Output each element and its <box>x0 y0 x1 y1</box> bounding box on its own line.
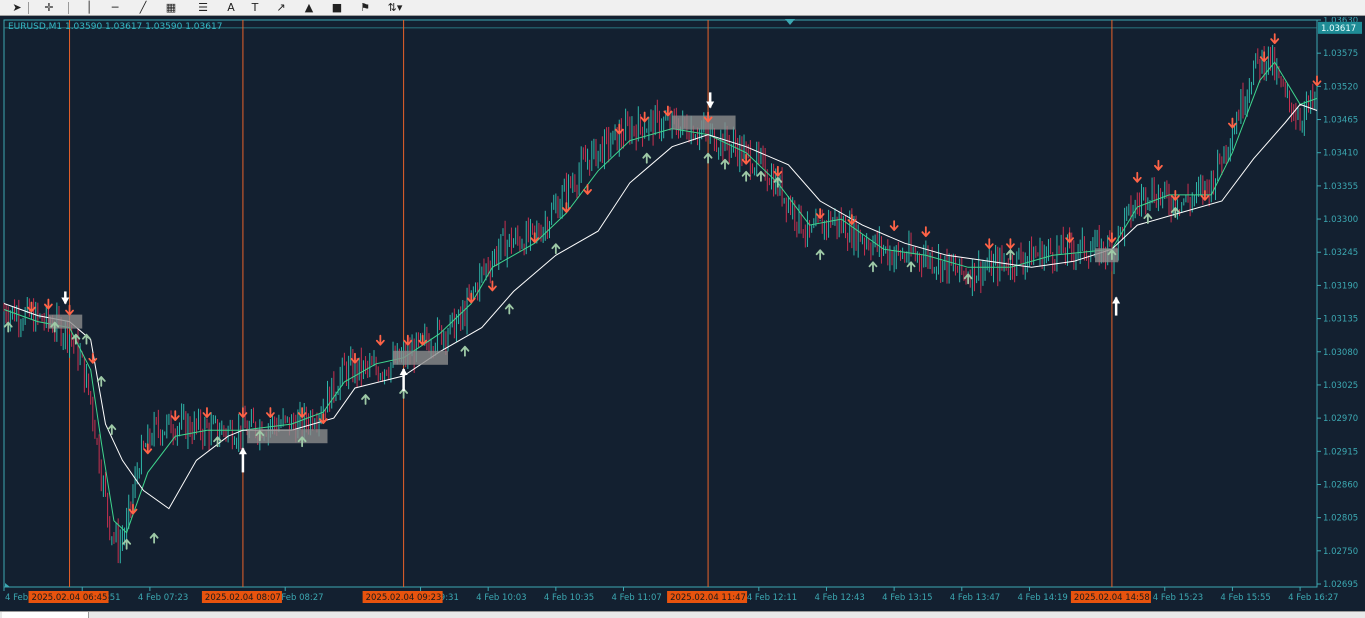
price-tick-label: 1.03465 <box>1323 116 1358 126</box>
status-bar <box>0 611 1365 618</box>
sell-arrow-icon <box>88 352 98 364</box>
fibonacci-channel-icon[interactable]: ▦ <box>160 0 182 15</box>
time-marker-label: 2025.02.04 11:47 <box>670 593 746 603</box>
triangle-icon[interactable]: ▲ <box>298 0 320 15</box>
chart-area[interactable]: 1.03630 1.03575 1.03520 1.03465 1.03410 1.033… <box>0 17 1365 611</box>
buy-arrow-icon <box>361 394 370 405</box>
price-tick-label: 1.03245 <box>1323 248 1358 258</box>
fibo-fan-icon[interactable]: ⚑ <box>354 0 376 15</box>
cursor-arrow-icon[interactable]: ➤ <box>6 0 28 15</box>
indicator-line-2 <box>3 103 1318 510</box>
sell-arrow-icon <box>1154 159 1163 171</box>
time-tick-label: 4 Feb 12:43 <box>814 593 864 603</box>
price-chart[interactable]: 1.036301.035751.035201.034651.034101.033… <box>0 17 1365 611</box>
time-tick-label: 4 Feb 13:15 <box>882 593 932 603</box>
price-zone-rectangle[interactable] <box>393 350 449 365</box>
scroll-marker-icon <box>5 583 10 587</box>
price-tick-label: 1.02860 <box>1323 480 1358 490</box>
chart-tab[interactable] <box>2 612 89 618</box>
price-tick-label: 1.03355 <box>1323 182 1358 192</box>
price-tick-label: 1.02805 <box>1323 514 1358 524</box>
drawing-toolbar: ➤ ✛ │ ─ ╱ ▦ ☰ A T ↗ ▲ ■ ⚑ ⇅▾ <box>0 0 1365 16</box>
buy-arrow-icon <box>815 249 825 261</box>
price-zone-rectangle[interactable] <box>1094 248 1119 263</box>
price-tick-label: 1.03025 <box>1323 381 1358 391</box>
fibonacci-retracement-icon[interactable]: ☰ <box>192 0 214 15</box>
current-price-label: 1.03617 <box>1321 24 1356 34</box>
toolbar-separator <box>68 2 69 14</box>
annotation-arrowhead-icon <box>61 297 70 305</box>
price-tick-label: 1.03135 <box>1323 315 1358 325</box>
plot-frame <box>3 19 1318 588</box>
time-tick-label: 4 Feb 11:07 <box>611 593 661 603</box>
arrows-dropdown-icon[interactable]: ⇅▾ <box>384 0 406 15</box>
buy-arrow-icon <box>741 170 751 182</box>
sell-arrow-icon <box>1132 171 1142 183</box>
time-marker-label: 2025.02.04 14:58 <box>1074 593 1150 603</box>
time-tick-label: 4 Feb 16:27 <box>1288 593 1338 603</box>
sell-arrow-icon <box>65 304 74 316</box>
time-marker-label: 2025.02.04 08:07 <box>205 593 281 603</box>
buy-arrow-icon <box>82 333 91 345</box>
price-tick-label: 1.02750 <box>1323 547 1358 557</box>
indicator-line-1 <box>3 61 1318 534</box>
buy-arrow-icon <box>720 158 730 170</box>
buy-arrow-icon <box>149 532 159 544</box>
buy-arrow-icon <box>551 243 561 255</box>
sell-arrow-icon <box>889 220 899 231</box>
time-tick-label: 4 Feb 12:11 <box>747 593 797 603</box>
trendline-icon[interactable]: ╱ <box>132 0 154 15</box>
toolbar-separator <box>28 2 29 14</box>
time-tick-label: 4 Feb 15:23 <box>1153 593 1203 603</box>
buy-arrow-icon <box>460 345 470 357</box>
crosshair-icon[interactable]: ✛ <box>38 0 60 15</box>
time-tick-label: 4 Feb 10:03 <box>476 593 526 603</box>
price-tick-label: 1.03080 <box>1323 348 1358 358</box>
buy-arrow-icon <box>504 303 514 315</box>
sell-arrow-icon <box>984 238 994 250</box>
buy-arrow-icon <box>868 261 878 273</box>
price-tick-label: 1.03190 <box>1323 281 1358 291</box>
sell-arrow-icon <box>583 183 592 195</box>
time-tick-label: 4 Feb 13:47 <box>950 593 1000 603</box>
buy-arrow-icon <box>703 152 713 164</box>
price-tick-label: 1.03575 <box>1323 49 1358 59</box>
price-tick-label: 1.03410 <box>1323 149 1358 159</box>
sell-arrow-icon <box>375 334 385 346</box>
text-label-icon[interactable]: T <box>244 0 266 15</box>
annotation-arrowhead-icon <box>238 447 247 455</box>
price-tick-label: 1.02970 <box>1323 414 1358 424</box>
annotation-arrowhead-icon <box>706 101 715 109</box>
price-tick-label: 1.02695 <box>1323 580 1358 590</box>
sell-arrow-icon <box>202 407 212 418</box>
time-tick-label: 4 Feb 15:55 <box>1220 593 1270 603</box>
price-tick-label: 1.03300 <box>1323 215 1358 225</box>
sell-arrow-icon <box>1006 238 1015 250</box>
price-zone-rectangle[interactable] <box>48 314 83 329</box>
buy-arrow-icon <box>756 170 766 182</box>
time-marker-label: 2025.02.04 09:23 <box>366 593 442 603</box>
buy-arrow-icon <box>642 152 652 164</box>
horizontal-line-icon[interactable]: ─ <box>104 0 126 15</box>
annotation-arrowhead-icon <box>1112 296 1121 304</box>
sell-arrow-icon <box>1270 33 1280 44</box>
price-tick-label: 1.03520 <box>1323 82 1358 92</box>
text-icon[interactable]: A <box>220 0 242 15</box>
sell-arrow-icon <box>921 226 931 238</box>
time-marker-label: 2025.02.04 06:45 <box>32 593 108 603</box>
sell-arrow-icon <box>170 410 180 422</box>
sell-arrow-icon <box>640 111 650 123</box>
arrow-draw-icon[interactable]: ↗ <box>270 0 292 15</box>
sell-arrow-icon <box>1312 75 1322 87</box>
time-tick-label: 4 Feb 14:19 <box>1017 593 1067 603</box>
price-tick-label: 1.02915 <box>1323 447 1358 457</box>
rectangle-icon[interactable]: ■ <box>326 0 348 15</box>
time-tick-label: 4 Feb 07:23 <box>138 593 188 603</box>
annotation-arrowhead-icon <box>399 367 408 375</box>
vertical-line-icon[interactable]: │ <box>78 0 100 15</box>
symbol-info: EURUSD,M1 1.03590 1.03617 1.03590 1.0361… <box>8 22 223 32</box>
shift-marker-icon[interactable] <box>785 19 795 25</box>
time-tick-label: 4 Feb 10:35 <box>544 593 594 603</box>
